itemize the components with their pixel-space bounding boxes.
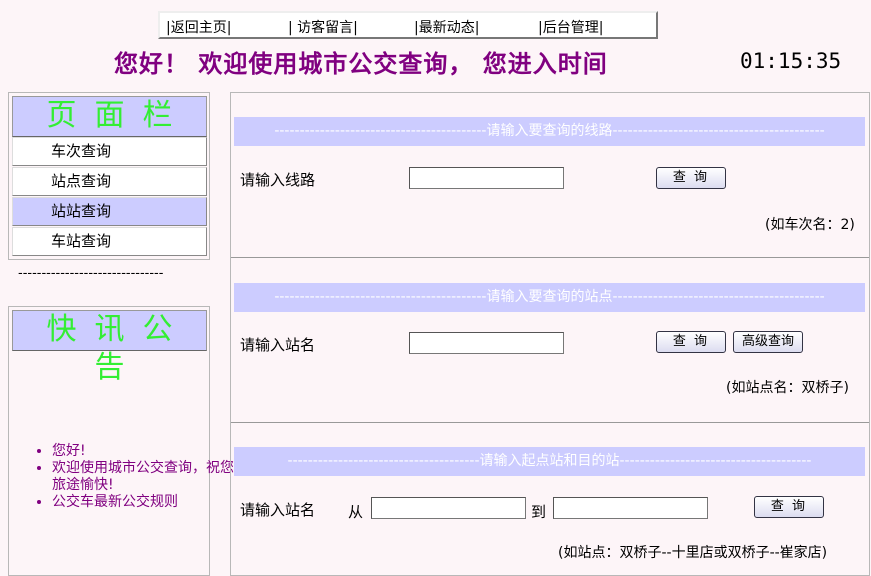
route-query-heading: ----------------------------------------…	[234, 117, 865, 146]
stop-query-button[interactable]: 查 询	[656, 331, 726, 353]
route-query-button[interactable]: 查 询	[656, 167, 726, 189]
to-label: 到	[531, 503, 547, 521]
sidebar-item-station-query[interactable]: 车站查询	[12, 227, 207, 256]
advanced-query-button[interactable]: 高级查询	[733, 331, 803, 353]
sidebar-item-label: 站点查询	[51, 172, 112, 190]
welcome-banner: 您好！ 欢迎使用城市公交查询， 您进入时间	[114, 49, 608, 78]
top-nav: |返回主页| | 访客留言| |最新动态| |后台管理|	[158, 11, 658, 39]
to-station-input[interactable]	[553, 497, 708, 519]
transfer-query-label: 请输入站名	[240, 501, 316, 519]
nav-admin-link[interactable]: |后台管理|	[538, 17, 603, 37]
from-label: 从	[348, 503, 364, 521]
announcement-title: 快讯公告	[12, 310, 207, 385]
route-query-label: 请输入线路	[240, 171, 316, 189]
announcement-item[interactable]: 您好!	[52, 443, 242, 460]
sidebar-item-bus-number-query[interactable]: 车次查询	[12, 137, 207, 166]
section-divider	[231, 257, 869, 258]
sidebar-divider: -------------------------------	[18, 266, 164, 281]
nav-home-link[interactable]: |返回主页|	[166, 17, 231, 37]
nav-news-link[interactable]: |最新动态|	[414, 17, 479, 37]
route-query-hint: (如车次名：2)	[765, 217, 855, 233]
stop-query-hint: (如站点名：双桥子)	[726, 380, 849, 396]
transfer-query-button[interactable]: 查 询	[754, 496, 824, 518]
announcement-item[interactable]: 公交车最新公交规则	[52, 494, 242, 511]
sidebar-title: 页面栏	[12, 96, 207, 137]
entry-time-clock: 01:15:35	[740, 49, 842, 73]
stop-query-label: 请输入站名	[240, 336, 316, 354]
transfer-query-heading: --------------------------------------请输…	[234, 447, 865, 476]
announcement-list: 您好! 欢迎使用城市公交查询，祝您旅途愉快! 公交车最新公交规则	[14, 443, 242, 511]
sidebar-item-station-to-station-query[interactable]: 站站查询	[12, 197, 207, 226]
from-station-input[interactable]	[371, 497, 526, 519]
section-divider	[231, 422, 869, 423]
stop-query-heading: ----------------------------------------…	[234, 283, 865, 312]
transfer-query-hint: (如站点：双桥子--十里店或双桥子--崔家店)	[558, 545, 828, 561]
nav-guestbook-link[interactable]: | 访客留言|	[288, 17, 358, 37]
sidebar-item-stop-query[interactable]: 站点查询	[12, 167, 207, 196]
announcement-item[interactable]: 欢迎使用城市公交查询，祝您旅途愉快!	[52, 460, 242, 494]
sidebar-item-label: 车站查询	[51, 232, 112, 250]
stop-input[interactable]	[409, 332, 564, 354]
route-input[interactable]	[409, 167, 564, 189]
sidebar-item-label: 车次查询	[51, 142, 112, 160]
sidebar-item-label: 站站查询	[51, 202, 112, 220]
